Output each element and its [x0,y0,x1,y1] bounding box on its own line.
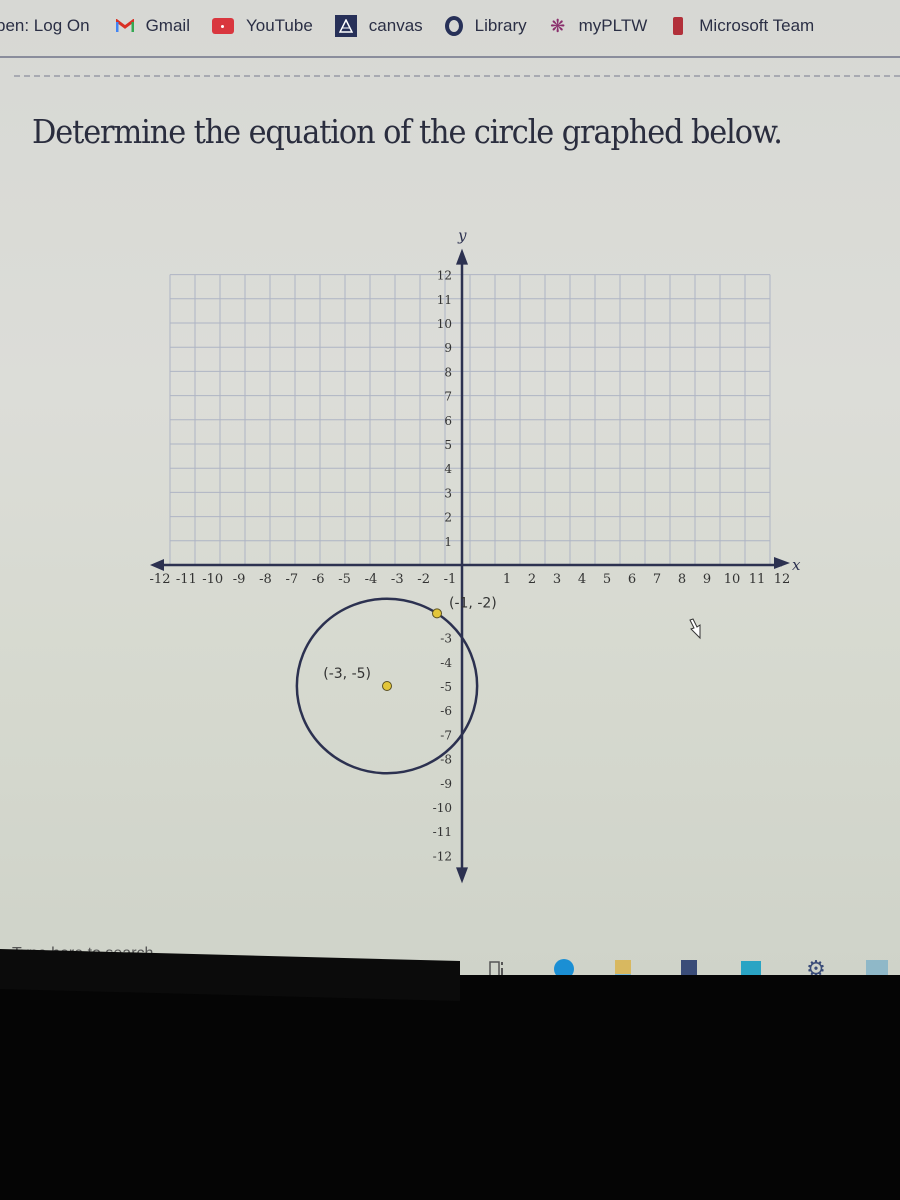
y-tick-label: 1 [444,535,452,549]
y-axis-label: y [457,227,467,245]
y-tick-label: 7 [444,390,452,404]
x-tick-label: 12 [774,572,791,587]
y-tick-label: 8 [444,365,452,379]
x-tick-label: -2 [417,572,430,587]
y-tick-label: 4 [444,462,452,476]
y-tick-label: 11 [437,293,452,307]
y-tick-label: -9 [440,777,452,791]
y-tick-label: -3 [440,632,452,646]
x-tick-label: 6 [628,572,636,587]
y-axis-up-arrow [456,248,468,265]
y-tick-label: 9 [444,341,452,355]
x-axis-right-arrow [774,557,790,569]
y-tick-label: -4 [440,656,452,670]
y-tick-label: 3 [444,486,452,500]
point-label: (-1, -2) [449,595,497,611]
x-tick-label: -9 [233,572,246,587]
x-tick-label: -8 [259,572,272,587]
x-tick-label: 3 [553,572,561,587]
x-tick-label: -11 [176,572,197,587]
y-tick-label: 6 [444,414,452,428]
x-tick-label: 2 [528,572,536,587]
y-tick-label: -12 [433,849,452,863]
y-tick-label: 5 [444,438,452,452]
x-tick-label: 8 [678,572,686,587]
x-tick-label: 4 [578,572,586,587]
point-marker [382,681,392,691]
x-tick-label: 5 [603,572,611,587]
mouse-cursor-icon [689,618,701,640]
y-tick-label: -7 [440,728,452,742]
screen-bezel [0,975,900,1200]
y-axis-down-arrow [456,867,468,884]
x-axis-label: x [792,556,801,574]
y-tick-label: 2 [444,511,452,525]
x-tick-label: -7 [285,572,298,587]
y-tick-label: -6 [440,704,452,718]
y-tick-label: -5 [440,680,452,694]
y-tick-label: -11 [433,825,452,839]
x-tick-label: -1 [444,572,457,587]
point-label: (-3, -5) [323,666,371,682]
x-axis-left-arrow [150,559,164,571]
x-tick-label: -4 [365,572,378,587]
x-tick-label: -5 [338,572,351,587]
x-tick-label: -3 [391,572,404,587]
x-tick-label: -6 [312,572,325,587]
y-tick-label: 12 [437,269,452,283]
x-tick-label: 1 [503,572,511,587]
x-tick-label: -10 [202,572,223,587]
x-tick-label: 7 [653,572,661,587]
coordinate-graph: xy-12 -11 -10 -9 -8 -7 -6 -5 -4 -3 -2 -1 1 2 3 4 5 6 7 8 9 10… [150,227,801,884]
y-tick-label: 10 [437,317,452,331]
x-tick-label: 10 [724,572,741,587]
y-tick-label: -10 [433,801,452,815]
x-tick-label: 11 [749,572,766,587]
point-marker [432,608,442,619]
x-tick-label: 9 [703,572,711,587]
x-tick-label: -12 [150,572,171,587]
